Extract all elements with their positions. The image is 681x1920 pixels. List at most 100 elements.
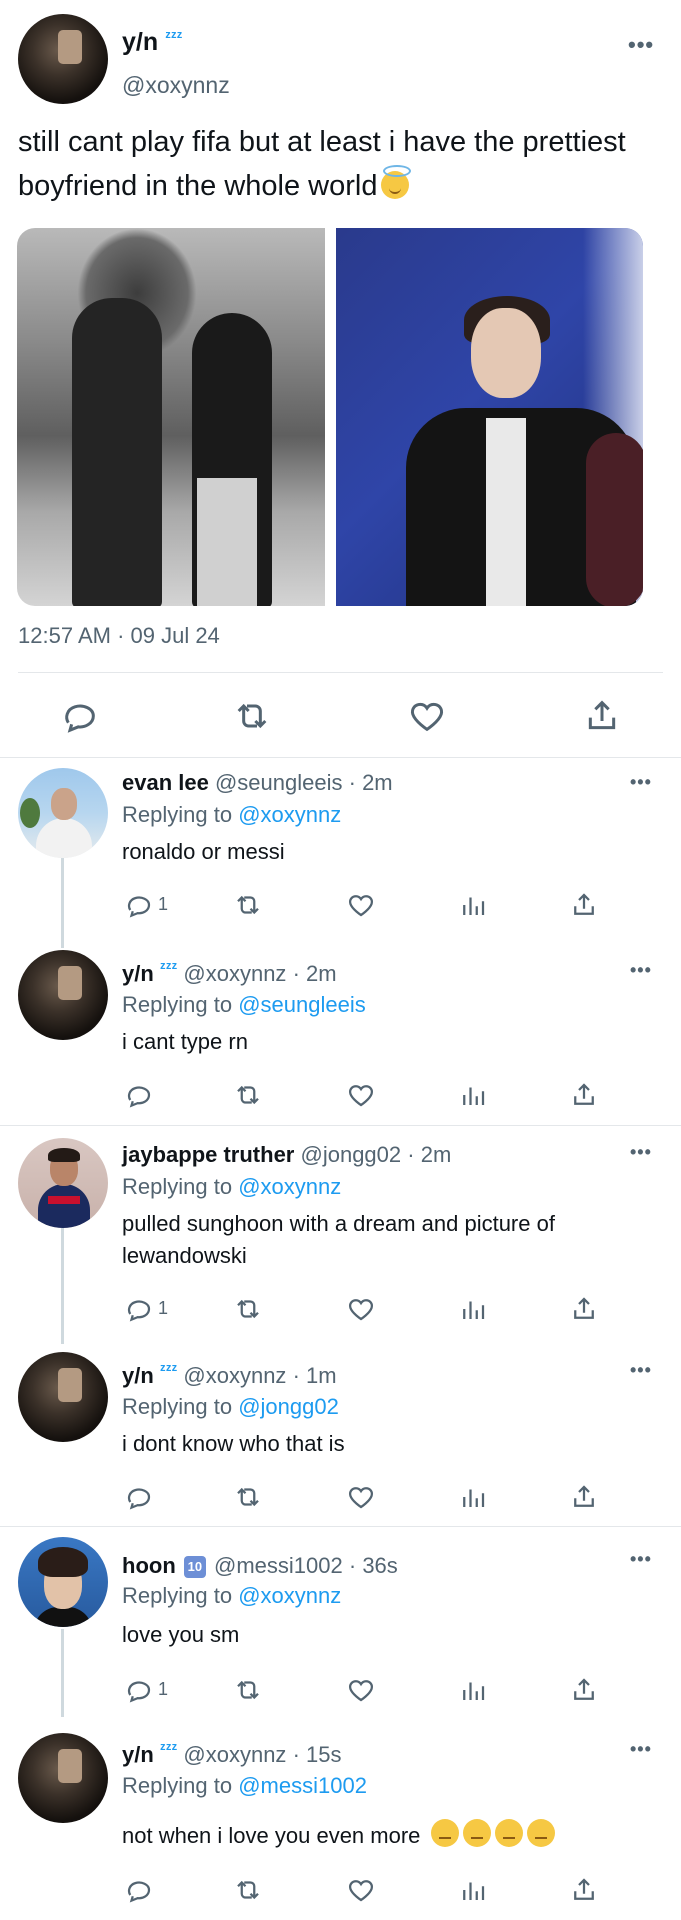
author-handle[interactable]: @jongg02 [301,1142,402,1167]
author-name[interactable]: y/n [122,961,154,986]
retweet-icon[interactable] [233,1482,263,1512]
sleep-badge: ᶻᶻᶻ [165,29,183,46]
analytics-icon[interactable] [458,890,488,920]
avatar[interactable] [18,1537,108,1627]
author-handle[interactable]: @xoxynnz [122,72,230,99]
like-icon[interactable] [346,890,376,920]
reply-tweet[interactable]: jaybappe truther @jongg02 · 2m ••• Reply… [0,1126,681,1344]
reply-icon[interactable] [124,890,154,920]
reply-time[interactable]: · 2m [407,1142,451,1167]
author-name[interactable]: evan lee [122,770,209,795]
share-icon[interactable] [569,1080,599,1110]
tweet-photo-boyfriend[interactable] [336,228,643,606]
retweet-icon[interactable] [233,1675,263,1705]
share-icon[interactable] [569,1875,599,1905]
avatar[interactable] [18,768,108,858]
tweet-photo-couple[interactable] [17,228,325,606]
avatar[interactable] [18,14,108,104]
author-handle[interactable]: @messi1002 [214,1553,343,1578]
analytics-icon[interactable] [458,1675,488,1705]
keycap-ten-icon: 10 [183,1556,206,1578]
reply-icon[interactable] [124,1482,154,1512]
author-name-text: y/n [122,28,159,56]
more-icon[interactable]: ••• [630,1739,652,1760]
like-icon[interactable] [407,696,447,736]
more-icon[interactable]: ••• [630,960,652,981]
reply-time[interactable]: · 2m [349,770,393,795]
avatar[interactable] [18,950,108,1040]
mention-link[interactable]: @xoxynnz [238,1583,341,1608]
reply-tweet[interactable]: y/n ᶻᶻᶻ @xoxynnz · 2m ••• Replying to @s… [0,948,681,1126]
more-icon[interactable]: ••• [630,1360,652,1381]
avatar[interactable] [18,1352,108,1442]
mention-link[interactable]: @jongg02 [238,1394,339,1419]
reply-tweet[interactable]: y/n ᶻᶻᶻ @xoxynnz · 1m ••• Replying to @j… [0,1344,681,1527]
like-icon[interactable] [346,1482,376,1512]
avatar[interactable] [18,1138,108,1228]
reply-header: y/n ᶻᶻᶻ @xoxynnz · 15s [122,1741,341,1768]
author-name[interactable]: y/n ᶻᶻᶻ [122,28,182,57]
reply-time[interactable]: · 2m [293,961,337,986]
share-icon[interactable] [569,1675,599,1705]
mention-link[interactable]: @xoxynnz [238,802,341,827]
mention-link[interactable]: @xoxynnz [238,1174,341,1199]
reply-count: 1 [158,894,169,914]
more-icon[interactable]: ••• [628,32,654,58]
like-icon[interactable] [346,1080,376,1110]
reply-text-content: not when i love you even more [122,1823,421,1848]
reply-actions: 1 [0,890,681,920]
mention-link[interactable]: @messi1002 [238,1773,367,1798]
retweet-icon[interactable] [232,696,272,736]
reply-count: 1 [158,1298,169,1318]
reply-actions [0,1080,681,1110]
author-name[interactable]: jaybappe truther [122,1142,294,1167]
reply-icon[interactable] [124,1875,154,1905]
sleep-badge: ᶻᶻᶻ [159,1362,178,1379]
like-icon[interactable] [346,1875,376,1905]
author-handle[interactable]: @xoxynnz [183,961,286,986]
reply-time[interactable]: · 15s [293,1742,342,1767]
tweet-timestamp[interactable]: 12:57 AM · 09 Jul 24 [18,623,220,649]
author-name[interactable]: y/n [122,1363,154,1388]
reply-text: i cant type rn [122,1029,248,1054]
reply-tweet[interactable]: y/n ᶻᶻᶻ @xoxynnz · 15s ••• Replying to @… [0,1717,681,1920]
reply-tweet[interactable]: evan lee @seungleeis · 2m ••• Replying t… [0,758,681,948]
analytics-icon[interactable] [458,1482,488,1512]
retweet-icon[interactable] [233,1875,263,1905]
share-icon[interactable] [582,696,622,736]
reply-header: y/n ᶻᶻᶻ @xoxynnz · 2m [122,960,337,987]
like-icon[interactable] [346,1294,376,1324]
reply-header: evan lee @seungleeis · 2m [122,770,393,796]
retweet-icon[interactable] [233,1080,263,1110]
analytics-icon[interactable] [458,1294,488,1324]
share-icon[interactable] [569,890,599,920]
share-icon[interactable] [569,1482,599,1512]
avatar[interactable] [18,1733,108,1823]
reply-tweet[interactable]: hoon 10 @messi1002 · 36s ••• Replying to… [0,1527,681,1717]
neutral-face-icon [494,1819,523,1847]
main-tweet: y/n ᶻᶻᶻ @xoxynnz ••• still cant play fif… [0,0,681,758]
reply-time[interactable]: · 36s [349,1553,398,1578]
analytics-icon[interactable] [458,1080,488,1110]
mention-link[interactable]: @seungleeis [238,992,366,1017]
author-name[interactable]: hoon [122,1553,176,1578]
more-icon[interactable]: ••• [630,1142,652,1163]
share-icon[interactable] [569,1294,599,1324]
author-handle[interactable]: @xoxynnz [183,1742,286,1767]
reply-time[interactable]: · 1m [293,1363,337,1388]
more-icon[interactable]: ••• [630,772,652,793]
retweet-icon[interactable] [233,1294,263,1324]
reply-icon[interactable] [60,696,100,736]
replying-prefix: Replying to [122,1583,233,1608]
retweet-icon[interactable] [233,890,263,920]
reply-actions: 1 [0,1675,681,1705]
analytics-icon[interactable] [458,1875,488,1905]
like-icon[interactable] [346,1675,376,1705]
reply-icon[interactable] [124,1675,154,1705]
author-name[interactable]: y/n [122,1742,154,1767]
reply-icon[interactable] [124,1294,154,1324]
author-handle[interactable]: @xoxynnz [183,1363,286,1388]
more-icon[interactable]: ••• [630,1549,652,1570]
author-handle[interactable]: @seungleeis [215,770,343,795]
reply-icon[interactable] [124,1080,154,1110]
